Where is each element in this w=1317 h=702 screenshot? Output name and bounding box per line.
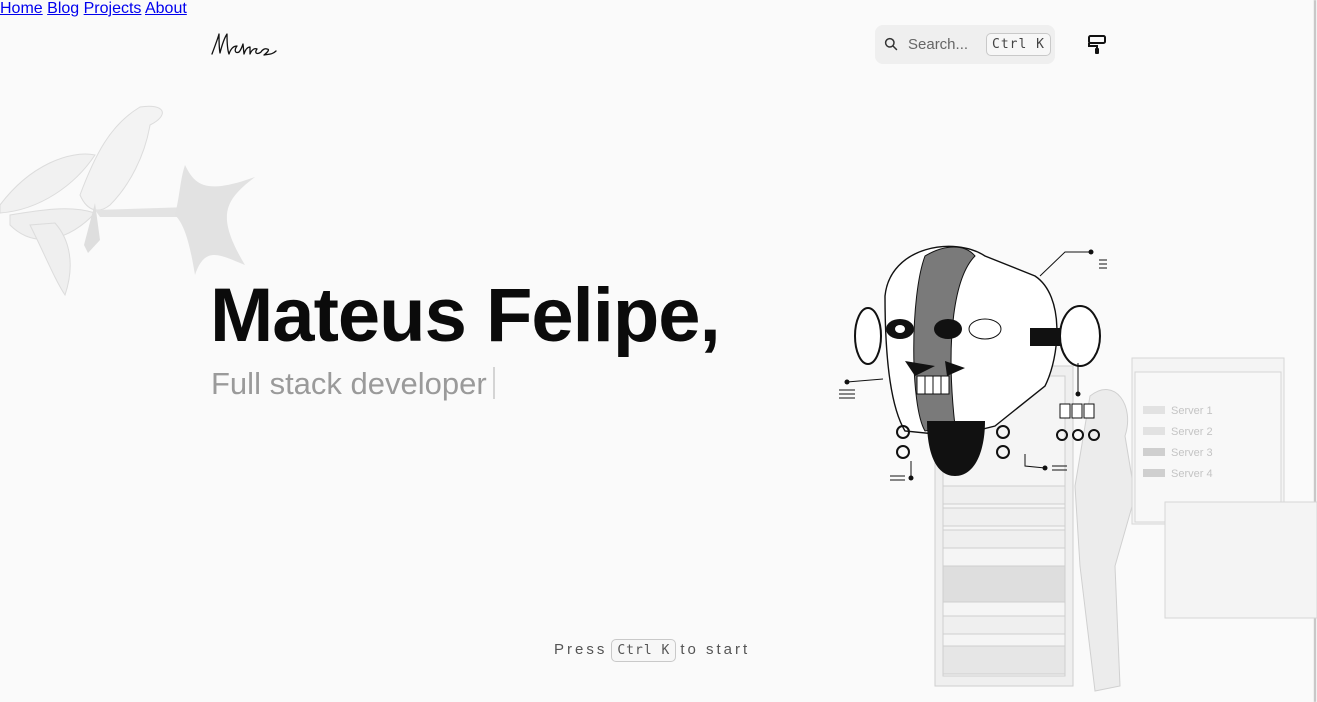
server-3-label: Server 3 [1171, 447, 1213, 459]
cta-suffix: to start [680, 641, 751, 658]
server-2-label: Server 2 [1171, 426, 1213, 438]
logo-signature[interactable] [210, 28, 280, 62]
nav-about-link[interactable]: About [145, 0, 187, 17]
nav-blog-link[interactable]: Blog [47, 0, 79, 17]
search-placeholder: Search... [908, 36, 969, 53]
hero-subtitle-text: Full stack developer [211, 366, 487, 401]
nav-projects-link[interactable]: Projects [84, 0, 142, 17]
server-4-label: Server 4 [1171, 468, 1213, 480]
robot-server-illustration: Server 1 Server 2 Server 3 Server 4 [839, 245, 1317, 692]
paint-roller-icon[interactable] [1085, 33, 1109, 57]
main-nav: Home Blog Projects About [0, 0, 1317, 18]
hero-title: Mateus Felipe, [210, 273, 721, 358]
cta-prefix: Press [554, 641, 608, 658]
hero-subtitle: Full stack developer [211, 366, 495, 402]
bird-branch-illustration [0, 105, 255, 297]
search-icon [884, 37, 898, 51]
search-shortcut-badge: Ctrl K [986, 33, 1051, 56]
typing-caret [492, 367, 495, 399]
cta-shortcut-badge[interactable]: Ctrl K [611, 639, 677, 662]
server-1-label: Server 1 [1171, 405, 1213, 417]
nav-home-link[interactable]: Home [0, 0, 43, 17]
search-button[interactable]: Search... Ctrl K [875, 25, 1055, 64]
press-to-start-hint: Press Ctrl Kto start [554, 639, 750, 662]
